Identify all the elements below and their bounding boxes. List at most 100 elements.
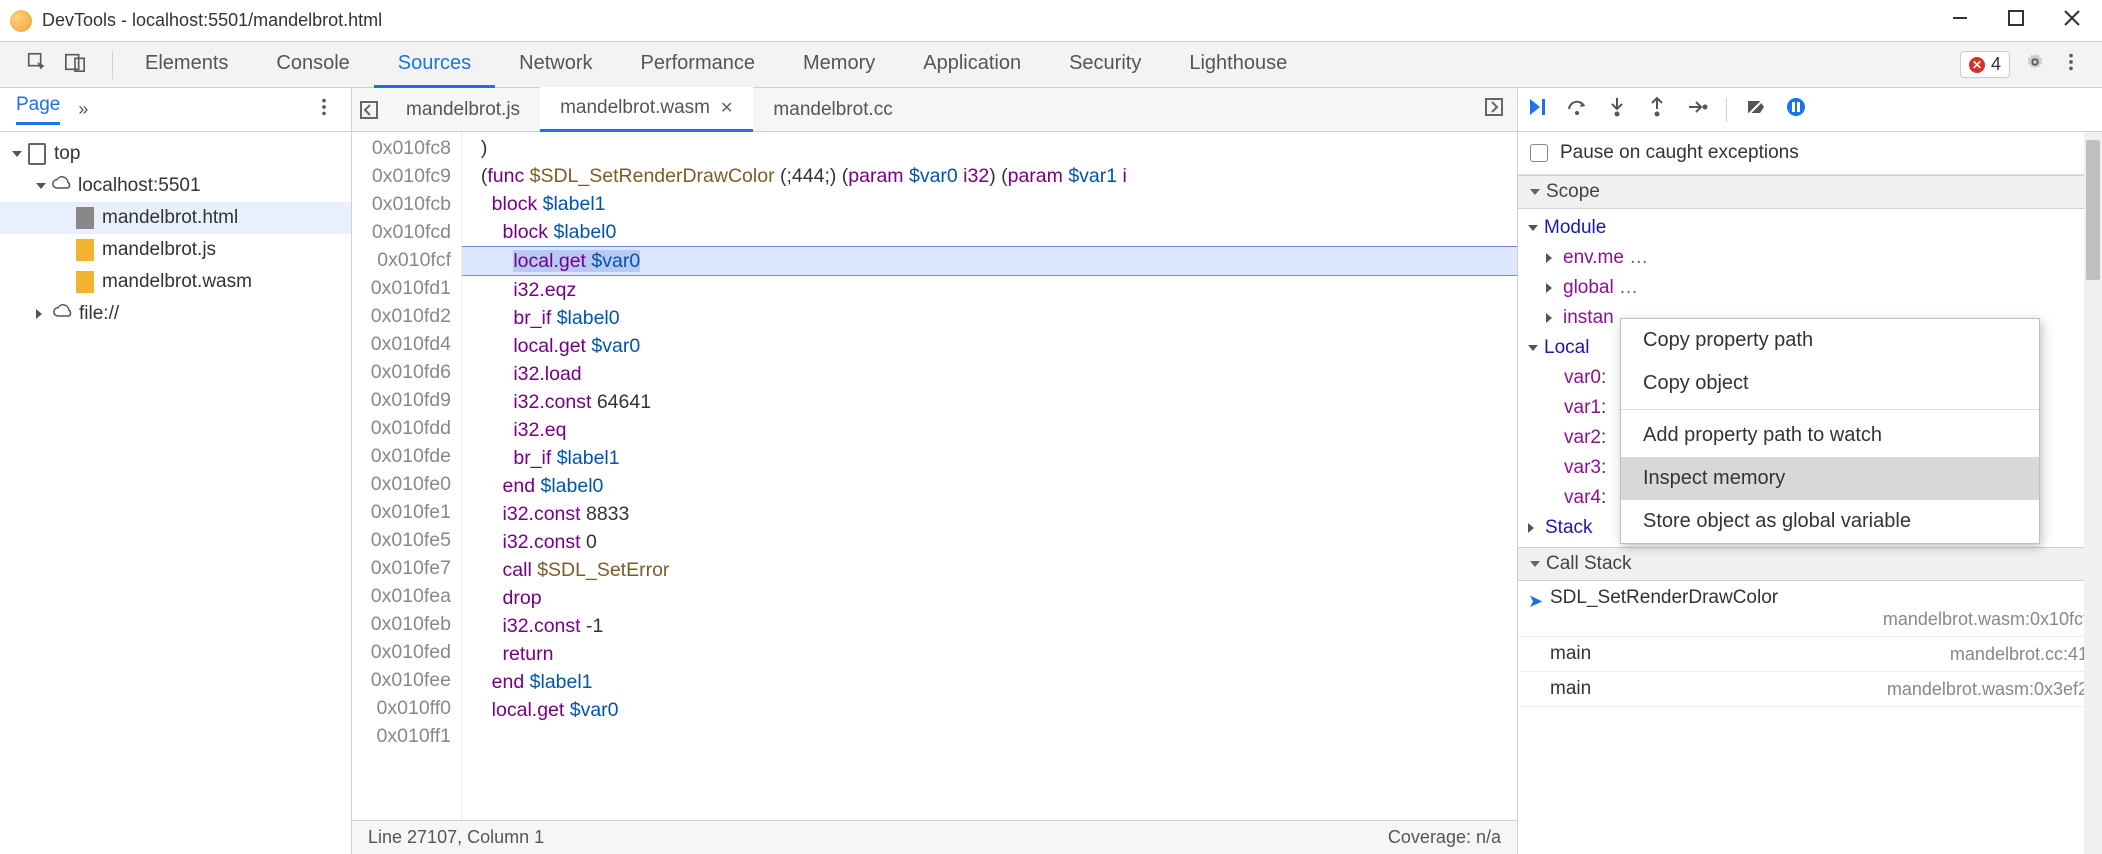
panel-tab-lighthouse[interactable]: Lighthouse — [1165, 42, 1311, 88]
tree-item-label: mandelbrot.wasm — [102, 271, 252, 293]
editor-nav-back-icon[interactable] — [352, 101, 386, 119]
editor-tab-label: mandelbrot.js — [406, 99, 520, 121]
tree-item[interactable]: mandelbrot.wasm — [0, 266, 351, 298]
close-icon[interactable] — [2064, 10, 2080, 31]
tree-item[interactable]: mandelbrot.js — [0, 234, 351, 266]
chevron-right-icon — [1546, 253, 1557, 263]
code-line[interactable]: drop — [462, 584, 1517, 612]
device-toolbar-icon[interactable] — [64, 51, 86, 78]
code-line[interactable]: end $label0 — [462, 472, 1517, 500]
panel-tabs: ElementsConsoleSourcesNetworkPerformance… — [121, 42, 1311, 88]
code-line[interactable]: i32.const 64641 — [462, 388, 1517, 416]
debug-toolbar — [1518, 88, 2102, 132]
scope-row[interactable]: env.me … — [1522, 243, 2098, 273]
code-line[interactable]: ) — [462, 134, 1517, 162]
checkbox-icon[interactable] — [1530, 144, 1548, 162]
app-icon — [10, 10, 32, 32]
code-line[interactable]: return — [462, 640, 1517, 668]
callstack-header[interactable]: Call Stack — [1518, 547, 2102, 581]
error-dot-icon: ✕ — [1969, 57, 1985, 73]
context-menu-item[interactable]: Add property path to watch — [1621, 414, 2039, 457]
scope-row[interactable]: global … — [1522, 273, 2098, 303]
step-over-icon[interactable] — [1566, 96, 1588, 123]
panel-tab-sources[interactable]: Sources — [374, 42, 495, 88]
panel-tab-console[interactable]: Console — [252, 42, 373, 88]
tree-item[interactable]: localhost:5501 — [0, 170, 351, 202]
editor-pane: mandelbrot.js mandelbrot.wasm✕mandelbrot.… — [352, 88, 1518, 854]
context-menu-item[interactable]: Store object as global variable — [1621, 500, 2039, 543]
navigator-pane: Page » toplocalhost:5501 mandelbrot.html m… — [0, 88, 352, 854]
editor-nav-forward-icon[interactable] — [1471, 98, 1517, 121]
scope-header[interactable]: Scope — [1518, 175, 2102, 209]
code-line[interactable]: block $label0 — [462, 218, 1517, 246]
panel-tab-elements[interactable]: Elements — [121, 42, 252, 88]
code-line[interactable]: i32.const 8833 — [462, 500, 1517, 528]
tree-item[interactable]: mandelbrot.html — [0, 202, 351, 234]
context-menu-item[interactable]: Copy object — [1621, 362, 2039, 405]
code-lines[interactable]: ) (func $SDL_SetRenderDrawColor (;444;) … — [462, 132, 1517, 820]
callstack-frame[interactable]: ➤SDL_SetRenderDrawColormandelbrot.wasm:0… — [1518, 581, 2102, 637]
tab-close-icon[interactable]: ✕ — [720, 98, 733, 118]
callstack-frame[interactable]: mainmandelbrot.cc:41 — [1518, 637, 2102, 672]
code-line[interactable]: end $label1 — [462, 668, 1517, 696]
context-menu-item[interactable]: Copy property path — [1621, 319, 2039, 362]
code-line[interactable]: br_if $label0 — [462, 304, 1517, 332]
scope-row[interactable]: Module — [1522, 213, 2098, 243]
editor-tab[interactable]: mandelbrot.cc — [753, 87, 912, 132]
deactivate-breakpoints-icon[interactable] — [1745, 96, 1767, 123]
code-line[interactable]: br_if $label1 — [462, 444, 1517, 472]
navigator-more-tabs-icon[interactable]: » — [78, 99, 88, 120]
pause-exceptions-icon[interactable] — [1785, 96, 1807, 123]
context-menu: Copy property pathCopy object Add propert… — [1620, 318, 2040, 544]
navigator-tab-page[interactable]: Page — [16, 94, 60, 125]
settings-icon[interactable] — [2024, 51, 2046, 78]
navigator-header: Page » — [0, 88, 351, 132]
navigator-menu-icon[interactable] — [313, 96, 335, 123]
panel-tab-application[interactable]: Application — [899, 42, 1045, 88]
cloud-icon — [52, 175, 70, 197]
code-line[interactable]: call $SDL_SetError — [462, 556, 1517, 584]
scroll-thumb[interactable] — [2086, 140, 2100, 280]
resume-icon[interactable] — [1526, 96, 1548, 123]
step-into-icon[interactable] — [1606, 96, 1628, 123]
editor-statusbar: Line 27107, Column 1 Coverage: n/a — [352, 820, 1517, 854]
context-menu-item[interactable]: Inspect memory — [1621, 457, 2039, 500]
code-line[interactable]: local.get $var0 — [462, 332, 1517, 360]
code-line[interactable]: (func $SDL_SetRenderDrawColor (;444;) (p… — [462, 162, 1517, 190]
tree-item[interactable]: top — [0, 138, 351, 170]
file-icon — [76, 271, 94, 293]
tree-item[interactable]: file:// — [0, 298, 351, 330]
code-line[interactable]: local.get $var0 — [462, 696, 1517, 724]
pause-on-exceptions-row[interactable]: Pause on caught exceptions — [1518, 132, 2102, 175]
panel-tab-memory[interactable]: Memory — [779, 42, 899, 88]
code-editor[interactable]: 0x010fc8 0x010fc9 0x010fcb 0x010fcd 0x01… — [352, 132, 1517, 820]
cloud-icon — [53, 303, 71, 325]
right-scrollbar[interactable] — [2084, 132, 2102, 854]
step-out-icon[interactable] — [1646, 96, 1668, 123]
code-line[interactable]: i32.eq — [462, 416, 1517, 444]
panel-tab-security[interactable]: Security — [1045, 42, 1165, 88]
code-line[interactable]: i32.eqz — [462, 276, 1517, 304]
frame-location: mandelbrot.wasm:0x10fcf — [1550, 609, 2088, 630]
tree-item-label: mandelbrot.html — [102, 207, 238, 229]
callstack-frame[interactable]: mainmandelbrot.wasm:0x3ef2 — [1518, 672, 2102, 707]
step-icon[interactable] — [1686, 96, 1708, 123]
code-line[interactable] — [462, 724, 1517, 752]
code-line[interactable]: i32.const -1 — [462, 612, 1517, 640]
editor-tab[interactable]: mandelbrot.js — [386, 87, 540, 132]
panel-tab-performance[interactable]: Performance — [617, 42, 780, 88]
minimize-icon[interactable] — [1952, 10, 1968, 31]
gutter: 0x010fc8 0x010fc9 0x010fcb 0x010fcd 0x01… — [352, 132, 462, 820]
error-count: 4 — [1991, 54, 2001, 75]
error-badge[interactable]: ✕ 4 — [1960, 51, 2010, 78]
code-line[interactable]: local.get $var0 — [462, 246, 1517, 276]
editor-tab[interactable]: mandelbrot.wasm✕ — [540, 87, 753, 132]
code-line[interactable]: block $label1 — [462, 190, 1517, 218]
code-line[interactable]: i32.const 0 — [462, 528, 1517, 556]
panel-tab-network[interactable]: Network — [495, 42, 616, 88]
inspect-element-icon[interactable] — [26, 51, 48, 78]
more-icon[interactable] — [2060, 51, 2082, 78]
code-line[interactable]: i32.load — [462, 360, 1517, 388]
file-tree: toplocalhost:5501 mandelbrot.html mandelbr… — [0, 132, 351, 336]
maximize-icon[interactable] — [2008, 10, 2024, 31]
